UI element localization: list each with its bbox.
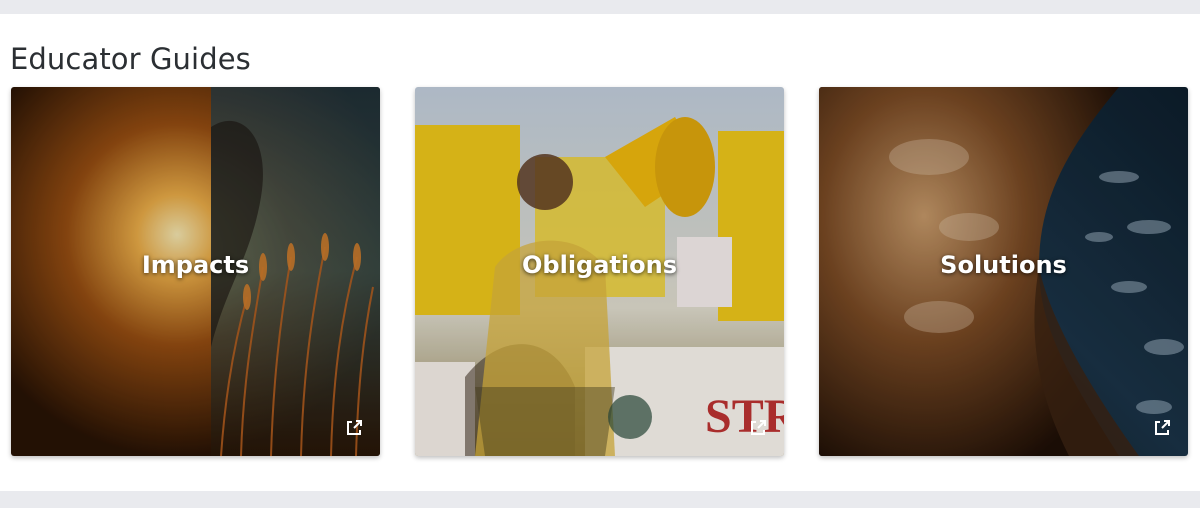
educator-guides-section: Educator Guides Impacts STR Obligations …: [0, 14, 1200, 491]
external-link-icon[interactable]: [344, 418, 364, 438]
external-link-icon[interactable]: [748, 418, 768, 438]
card-label-solutions: Solutions: [940, 251, 1067, 279]
card-solutions[interactable]: Solutions: [819, 87, 1188, 456]
card-label-impacts: Impacts: [141, 251, 250, 279]
card-label-obligations: Obligations: [522, 251, 677, 279]
card-obligations[interactable]: STR Obligations: [415, 87, 784, 456]
external-link-icon[interactable]: [1152, 418, 1172, 438]
card-impacts[interactable]: Impacts: [11, 87, 380, 456]
page-bottom-band: [0, 491, 1200, 508]
section-title: Educator Guides: [10, 42, 251, 76]
page-top-band: [0, 0, 1200, 14]
